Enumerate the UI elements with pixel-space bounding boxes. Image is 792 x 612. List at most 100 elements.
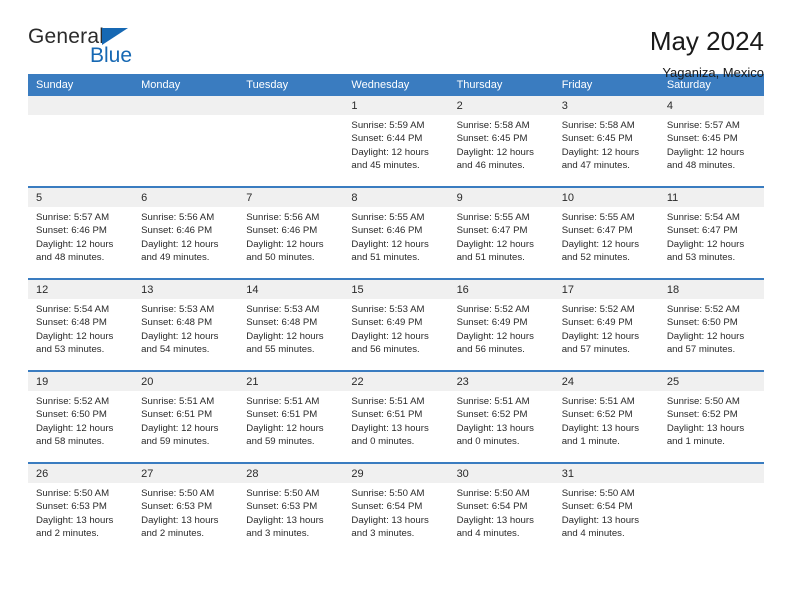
sunrise-text: Sunrise: 5:51 AM (561, 396, 635, 407)
day-number (28, 96, 134, 115)
day-details: Sunrise: 5:56 AM Sunset: 6:46 PM Daylight:… (238, 207, 343, 265)
daylight-text: Daylight: 13 hours and 0 minutes. (351, 422, 429, 448)
calendar-day-cell[interactable]: 1 Sunrise: 5:59 AM Sunset: 6:44 PM Daylight… (343, 96, 449, 187)
general-blue-logo[interactable]: General Blue (28, 26, 148, 74)
sunset-text: Sunset: 6:45 PM (456, 133, 528, 145)
calendar-day-cell[interactable]: 22 Sunrise: 5:51 AM Sunset: 6:51 PM Dayligh… (343, 370, 449, 463)
daylight-text: Daylight: 12 hours and 59 minutes. (141, 422, 219, 448)
day-number (238, 96, 344, 115)
calendar-day-cell[interactable]: 14 Sunrise: 5:53 AM Sunset: 6:48 PM Dayligh… (238, 278, 344, 371)
calendar-day-cell[interactable]: 12 Sunrise: 5:54 AM Sunset: 6:48 PM Dayligh… (28, 278, 134, 371)
calendar-table: Sunday Monday Tuesday Wednesday Thursday… (28, 74, 764, 554)
calendar-day-cell[interactable]: 25 Sunrise: 5:50 AM Sunset: 6:52 PM Dayligh… (658, 370, 764, 463)
sunrise-text: Sunrise: 5:50 AM (36, 488, 110, 499)
calendar-day-cell[interactable]: 6 Sunrise: 5:56 AM Sunset: 6:46 PM Daylight… (133, 186, 239, 279)
title-block: May 2024 Yaganiza, Mexico (650, 26, 764, 80)
daylight-text: Daylight: 12 hours and 54 minutes. (141, 330, 219, 356)
page-title: May 2024 (649, 26, 764, 56)
sunrise-text: Sunrise: 5:58 AM (561, 120, 635, 131)
sunrise-text: Sunrise: 5:55 AM (351, 212, 425, 223)
calendar-day-cell[interactable]: 26 Sunrise: 5:50 AM Sunset: 6:53 PM Dayligh… (28, 462, 134, 554)
calendar-week-row: 26 Sunrise: 5:50 AM Sunset: 6:53 PM Dayligh… (28, 462, 764, 554)
day-details: Sunrise: 5:55 AM Sunset: 6:47 PM Daylight:… (449, 207, 554, 265)
daylight-text: Daylight: 13 hours and 2 minutes. (141, 514, 219, 540)
calendar-day-cell[interactable]: 23 Sunrise: 5:51 AM Sunset: 6:52 PM Dayligh… (448, 370, 554, 463)
sunrise-text: Sunrise: 5:55 AM (561, 212, 635, 223)
sunset-text: Sunset: 6:50 PM (36, 409, 107, 421)
day-number: 12 (28, 280, 134, 299)
day-number: 3 (553, 96, 659, 115)
calendar-day-cell[interactable]: 21 Sunrise: 5:51 AM Sunset: 6:51 PM Dayligh… (238, 370, 344, 463)
calendar-empty-cell (28, 96, 134, 187)
sunrise-text: Sunrise: 5:57 AM (36, 212, 110, 223)
calendar-day-cell[interactable]: 7 Sunrise: 5:56 AM Sunset: 6:46 PM Daylight… (238, 186, 344, 279)
sunset-text: Sunset: 6:46 PM (246, 225, 318, 237)
day-number: 29 (343, 464, 449, 483)
calendar-day-cell[interactable]: 29 Sunrise: 5:50 AM Sunset: 6:54 PM Dayligh… (343, 462, 449, 554)
sunrise-text: Sunrise: 5:53 AM (246, 304, 320, 315)
day-number: 28 (238, 464, 344, 483)
daylight-text: Daylight: 12 hours and 49 minutes. (141, 238, 219, 264)
day-number: 31 (553, 464, 659, 483)
day-number: 13 (133, 280, 239, 299)
daylight-text: Daylight: 12 hours and 55 minutes. (246, 330, 324, 356)
sunset-text: Sunset: 6:52 PM (456, 409, 528, 421)
calendar-day-cell[interactable]: 30 Sunrise: 5:50 AM Sunset: 6:54 PM Dayligh… (448, 462, 554, 554)
sunset-text: Sunset: 6:49 PM (351, 317, 423, 329)
day-number (658, 464, 764, 483)
daylight-text: Daylight: 13 hours and 2 minutes. (36, 514, 114, 540)
logo-triangle-icon (102, 28, 128, 45)
day-number: 19 (28, 372, 134, 391)
calendar-day-cell[interactable]: 9 Sunrise: 5:55 AM Sunset: 6:47 PM Daylight… (448, 186, 554, 279)
daylight-text: Daylight: 12 hours and 51 minutes. (351, 238, 429, 264)
calendar-day-cell[interactable]: 10 Sunrise: 5:55 AM Sunset: 6:47 PM Dayligh… (553, 186, 659, 279)
calendar-week-row: 5 Sunrise: 5:57 AM Sunset: 6:46 PM Daylight… (28, 186, 764, 279)
sunset-text: Sunset: 6:52 PM (561, 409, 633, 421)
calendar-day-cell[interactable]: 28 Sunrise: 5:50 AM Sunset: 6:53 PM Dayligh… (238, 462, 344, 554)
calendar-day-cell[interactable]: 11 Sunrise: 5:54 AM Sunset: 6:47 PM Dayligh… (658, 186, 764, 279)
calendar-day-cell[interactable]: 4 Sunrise: 5:57 AM Sunset: 6:45 PM Daylight… (658, 96, 764, 187)
day-number: 24 (553, 372, 659, 391)
page-header: General Blue May 2024 Yaganiza, Mexico (28, 0, 764, 80)
weekday-header-monday: Monday (133, 74, 239, 96)
sunrise-text: Sunrise: 5:50 AM (141, 488, 215, 499)
calendar-day-cell[interactable]: 24 Sunrise: 5:51 AM Sunset: 6:52 PM Dayligh… (553, 370, 659, 463)
day-number: 14 (238, 280, 344, 299)
sunset-text: Sunset: 6:48 PM (141, 317, 213, 329)
sunset-text: Sunset: 6:47 PM (456, 225, 528, 237)
day-details: Sunrise: 5:52 AM Sunset: 6:49 PM Daylight:… (554, 299, 659, 357)
day-number: 8 (343, 188, 449, 207)
calendar-body: 1 Sunrise: 5:59 AM Sunset: 6:44 PM Daylight… (28, 96, 764, 554)
calendar-day-cell[interactable]: 17 Sunrise: 5:52 AM Sunset: 6:49 PM Dayligh… (553, 278, 659, 371)
calendar-day-cell[interactable]: 5 Sunrise: 5:57 AM Sunset: 6:46 PM Daylight… (28, 186, 134, 279)
calendar-day-cell[interactable]: 2 Sunrise: 5:58 AM Sunset: 6:45 PM Daylight… (448, 96, 554, 187)
daylight-text: Daylight: 13 hours and 4 minutes. (456, 514, 534, 540)
calendar-day-cell[interactable]: 16 Sunrise: 5:52 AM Sunset: 6:49 PM Dayligh… (448, 278, 554, 371)
day-details: Sunrise: 5:51 AM Sunset: 6:52 PM Daylight:… (449, 391, 554, 449)
calendar-day-cell[interactable]: 8 Sunrise: 5:55 AM Sunset: 6:46 PM Daylight… (343, 186, 449, 279)
sunset-text: Sunset: 6:50 PM (666, 317, 738, 329)
calendar-day-cell[interactable]: 3 Sunrise: 5:58 AM Sunset: 6:45 PM Daylight… (553, 96, 659, 187)
calendar-day-cell[interactable]: 31 Sunrise: 5:50 AM Sunset: 6:54 PM Dayligh… (553, 462, 659, 554)
calendar-day-cell[interactable]: 13 Sunrise: 5:53 AM Sunset: 6:48 PM Dayligh… (133, 278, 239, 371)
calendar-day-cell[interactable]: 19 Sunrise: 5:52 AM Sunset: 6:50 PM Dayligh… (28, 370, 134, 463)
sunset-text: Sunset: 6:49 PM (561, 317, 633, 329)
day-number: 23 (448, 372, 554, 391)
sunrise-text: Sunrise: 5:53 AM (141, 304, 215, 315)
daylight-text: Daylight: 12 hours and 57 minutes. (561, 330, 640, 356)
day-number: 18 (658, 280, 764, 299)
daylight-text: Daylight: 12 hours and 48 minutes. (666, 146, 745, 172)
calendar-day-cell[interactable]: 27 Sunrise: 5:50 AM Sunset: 6:53 PM Dayligh… (133, 462, 239, 554)
weekday-header-thursday: Thursday (448, 74, 554, 96)
day-number: 9 (448, 188, 554, 207)
calendar-day-cell[interactable]: 20 Sunrise: 5:51 AM Sunset: 6:51 PM Dayligh… (133, 370, 239, 463)
calendar-day-cell[interactable]: 15 Sunrise: 5:53 AM Sunset: 6:49 PM Dayligh… (343, 278, 449, 371)
sunrise-text: Sunrise: 5:50 AM (246, 488, 320, 499)
calendar-day-cell[interactable]: 18 Sunrise: 5:52 AM Sunset: 6:50 PM Dayligh… (658, 278, 764, 371)
day-number: 7 (238, 188, 344, 207)
sunrise-text: Sunrise: 5:53 AM (351, 304, 425, 315)
sunset-text: Sunset: 6:49 PM (456, 317, 528, 329)
day-number: 5 (28, 188, 134, 207)
calendar-empty-cell (238, 96, 344, 187)
sunrise-text: Sunrise: 5:56 AM (246, 212, 320, 223)
